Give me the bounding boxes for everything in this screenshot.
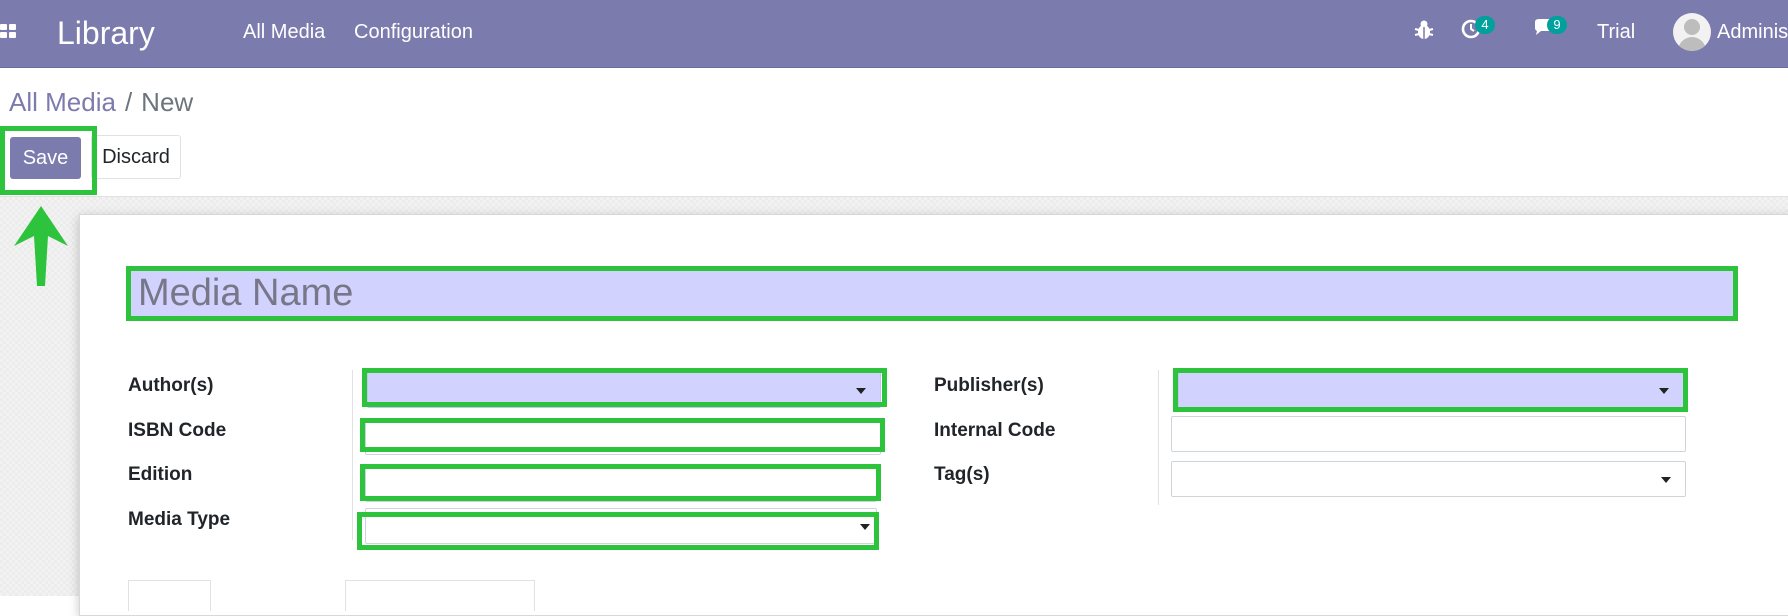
edition-input[interactable] xyxy=(366,467,876,501)
internal-code-field[interactable] xyxy=(1171,416,1686,452)
tags-label: Tag(s) xyxy=(934,464,990,485)
media-name-input[interactable] xyxy=(130,270,1734,316)
isbn-code-label: ISBN Code xyxy=(128,420,227,441)
trial-label[interactable]: Trial xyxy=(1597,21,1635,44)
chat-icon[interactable]: 9 xyxy=(1533,16,1567,48)
app-name[interactable]: Library xyxy=(57,15,155,52)
authors-label: Author(s) xyxy=(128,375,214,396)
media-type-input[interactable] xyxy=(366,509,876,543)
chevron-down-icon[interactable] xyxy=(856,388,866,394)
avatar[interactable] xyxy=(1673,13,1711,51)
breadcrumb-current: New xyxy=(141,87,194,117)
clock-icon[interactable]: 4 xyxy=(1461,16,1495,48)
right-column-separator xyxy=(1158,370,1159,505)
breadcrumb-parent-link[interactable]: All Media xyxy=(9,87,116,117)
media-type-select[interactable] xyxy=(365,508,877,544)
isbn-code-input[interactable] xyxy=(366,420,880,454)
publishers-label: Publisher(s) xyxy=(934,375,1044,396)
media-type-label: Media Type xyxy=(128,509,231,530)
apps-grid-icon[interactable] xyxy=(0,24,20,40)
menu-item-all-media[interactable]: All Media xyxy=(243,21,325,44)
publishers-input[interactable] xyxy=(1179,373,1683,407)
internal-code-input[interactable] xyxy=(1172,417,1685,451)
save-button[interactable]: Save xyxy=(10,137,81,179)
internal-code-label: Internal Code xyxy=(934,420,1056,441)
left-column-separator xyxy=(352,370,353,540)
breadcrumb-separator: / xyxy=(124,87,133,117)
up-arrow-icon xyxy=(14,206,68,286)
chevron-down-icon[interactable] xyxy=(1659,388,1669,394)
authors-select[interactable] xyxy=(367,372,881,408)
message-count-badge: 9 xyxy=(1547,16,1567,34)
edition-label: Edition xyxy=(128,464,193,485)
user-name[interactable]: Administrator xyxy=(1717,21,1788,44)
tags-select[interactable] xyxy=(1171,461,1686,497)
isbn-code-field[interactable] xyxy=(365,419,881,455)
discard-button[interactable]: Discard xyxy=(91,135,181,179)
bug-icon[interactable] xyxy=(1413,18,1443,48)
edition-field[interactable] xyxy=(365,466,877,502)
publishers-select[interactable] xyxy=(1178,372,1684,408)
chevron-down-icon[interactable] xyxy=(860,524,870,530)
chevron-down-icon[interactable] xyxy=(1661,477,1671,483)
authors-input[interactable] xyxy=(368,373,880,407)
menu-item-configuration[interactable]: Configuration xyxy=(354,21,473,44)
breadcrumb: All Media / New xyxy=(9,87,193,118)
tags-input[interactable] xyxy=(1172,462,1685,496)
top-navbar: Library All Media Configuration 4 9 Tria… xyxy=(0,0,1788,68)
activity-count-badge: 4 xyxy=(1475,16,1495,34)
